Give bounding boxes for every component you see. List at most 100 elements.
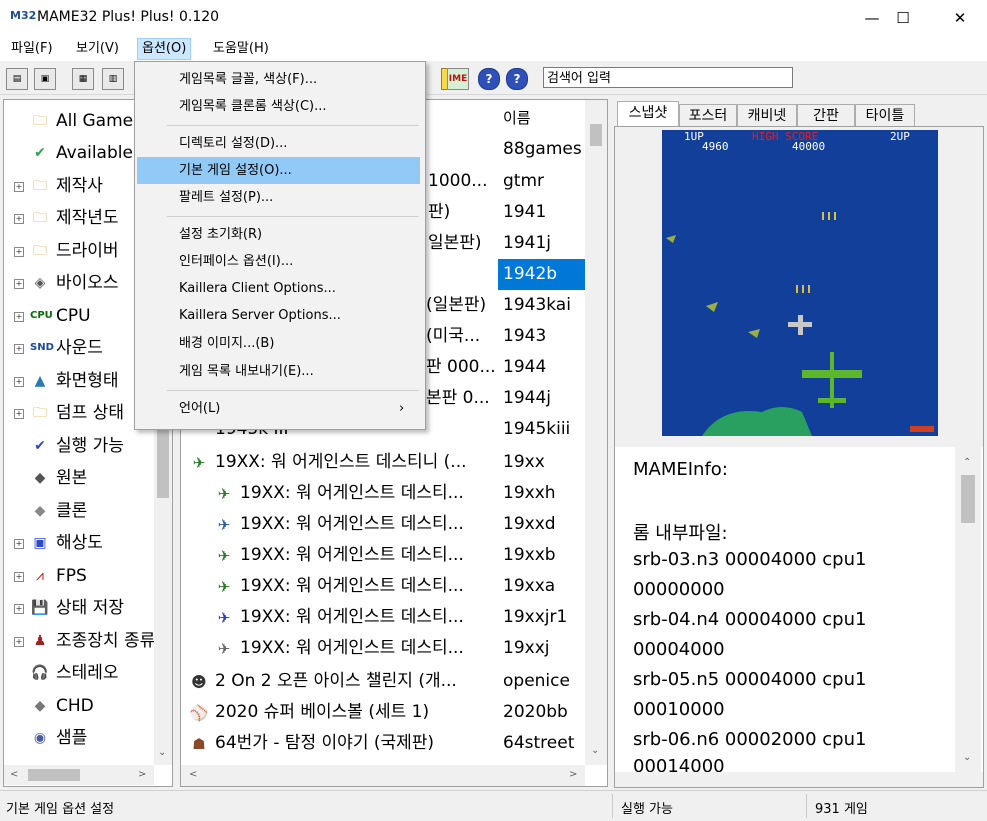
status-game-count: 931 게임 bbox=[815, 802, 868, 817]
menu-separator bbox=[167, 390, 419, 391]
expand-icon[interactable]: + bbox=[14, 409, 24, 419]
folder-icon: 🗀 bbox=[33, 113, 47, 129]
menu-file[interactable]: 파일(F) bbox=[7, 39, 57, 59]
tree-hscrollbar[interactable]: < > bbox=[4, 765, 154, 785]
menu-item-clone-color[interactable]: 게임목록 클론롬 색상(C)... bbox=[137, 93, 421, 120]
list-row[interactable]: ✈ 19XX: 워 어게인스트 데스티니 (... 19xx bbox=[181, 447, 607, 478]
scroll-right-icon[interactable]: > bbox=[138, 769, 146, 780]
menu-item-kaillera-server[interactable]: Kaillera Server Options... bbox=[137, 302, 421, 329]
joystick-icon: ♟ bbox=[33, 633, 47, 649]
large-icons-icon[interactable]: ▦ bbox=[72, 68, 94, 90]
small-icons-icon[interactable]: ▥ bbox=[102, 68, 124, 90]
scroll-down-icon[interactable]: ⌄ bbox=[963, 752, 971, 763]
maximize-button[interactable]: ☐ bbox=[880, 0, 926, 36]
game-scene bbox=[666, 212, 934, 436]
list-row[interactable]: ✈ 19XX: 워 어게인스트 데스티... 19xxj bbox=[181, 633, 607, 664]
sample-icon: ◉ bbox=[33, 730, 47, 746]
tab-poster[interactable]: 포스터 bbox=[679, 104, 737, 126]
menu-item-language[interactable]: 언어(L) › bbox=[137, 395, 421, 422]
plane-icon: ✈ bbox=[217, 578, 231, 596]
info-line: 00000000 bbox=[633, 579, 725, 600]
menu-help[interactable]: 도움말(H) bbox=[209, 39, 273, 59]
expand-icon[interactable]: + bbox=[14, 214, 24, 224]
menu-item-gamelist-font[interactable]: 게임목록 글꼴, 색상(F)... bbox=[137, 66, 421, 93]
menu-options[interactable]: 옵션(O) bbox=[137, 38, 192, 60]
expand-icon[interactable]: + bbox=[14, 247, 24, 257]
status-working: 실행 가능 bbox=[621, 802, 673, 817]
headphone-icon: 🎧 bbox=[31, 665, 49, 681]
menu-item-palette[interactable]: 팔레트 설정(P)... bbox=[137, 184, 421, 211]
folder-icon: 🗀 bbox=[33, 405, 47, 421]
submenu-arrow-icon: › bbox=[399, 401, 405, 416]
list-row[interactable]: ✈ 19XX: 워 어게인스트 데스티... 19xxa bbox=[181, 571, 607, 602]
list-hscrollbar[interactable]: < > bbox=[181, 765, 585, 786]
check-icon: ✔ bbox=[34, 438, 46, 454]
list-row[interactable]: ☻ 2 On 2 오픈 아이스 챌린지 (개... openice bbox=[181, 666, 607, 697]
menu-view[interactable]: 보기(V) bbox=[72, 39, 123, 59]
expand-icon[interactable]: + bbox=[14, 604, 24, 614]
toggle-screenshot-icon[interactable]: ▣ bbox=[34, 68, 56, 90]
scroll-left-icon[interactable]: < bbox=[189, 769, 197, 780]
screen-icon: ▲ bbox=[34, 373, 46, 389]
scroll-down-icon[interactable]: ⌄ bbox=[158, 747, 166, 758]
list-row[interactable]: ☗ 64번가 - 탐정 이야기 (국제판) 64street bbox=[181, 728, 607, 759]
expand-icon[interactable]: + bbox=[14, 182, 24, 192]
menu-separator bbox=[167, 216, 419, 217]
expand-icon[interactable]: + bbox=[14, 637, 24, 647]
menu-item-interface[interactable]: 인터페이스 옵션(I)... bbox=[137, 248, 421, 275]
list-vscrollbar[interactable]: ⌄ bbox=[585, 100, 607, 765]
tree-hscroll-thumb[interactable] bbox=[28, 769, 80, 781]
menu-item-export[interactable]: 게임 목록 내보내기(E)... bbox=[137, 358, 421, 385]
scroll-right-icon[interactable]: > bbox=[569, 769, 577, 780]
folder-icon: 🗀 bbox=[33, 210, 47, 226]
list-row[interactable]: ✈ 19XX: 워 어게인스트 데스티... 19xxjr1 bbox=[181, 602, 607, 633]
chip-icon: ◈ bbox=[34, 275, 46, 291]
status-bar: 기본 게임 옵션 설정 실행 가능 931 게임 bbox=[0, 790, 987, 821]
tab-title[interactable]: 타이틀 bbox=[855, 104, 915, 126]
list-row[interactable]: ✈ 19XX: 워 어게인스트 데스티... 19xxh bbox=[181, 478, 607, 509]
monitor-icon: ▣ bbox=[33, 535, 47, 551]
info-line: 00010000 bbox=[633, 699, 725, 720]
title-bar: M32 MAME32 Plus! Plus! 0.120 — ☐ ✕ bbox=[0, 0, 987, 36]
menu-item-background[interactable]: 배경 이미지...(B) bbox=[137, 330, 421, 357]
info-line: srb-05.n5 00004000 cpu1 bbox=[633, 669, 867, 690]
menu-item-reset[interactable]: 설정 초기화(R) bbox=[137, 221, 421, 248]
menu-item-directories[interactable]: 디렉토리 설정(D)... bbox=[137, 130, 421, 157]
tab-snapshot[interactable]: 스냅샷 bbox=[617, 101, 679, 126]
plane-icon: ✈ bbox=[192, 454, 206, 472]
toggle-folders-icon[interactable]: ▤ bbox=[6, 68, 28, 90]
expand-icon[interactable]: + bbox=[14, 344, 24, 354]
list-row[interactable]: ✈ 19XX: 워 어게인스트 데스티... 19xxd bbox=[181, 509, 607, 540]
scroll-left-icon[interactable]: < bbox=[10, 769, 18, 780]
scroll-up-icon[interactable]: ⌃ bbox=[963, 457, 971, 468]
game-screenshot: 1UP 4960 HIGH SCORE 40000 2UP bbox=[662, 130, 938, 436]
menu-separator bbox=[167, 125, 419, 126]
column-header-rom[interactable]: 이름 bbox=[503, 104, 531, 132]
about-icon[interactable]: ? bbox=[478, 68, 500, 90]
ime-icon[interactable]: IME bbox=[447, 68, 469, 90]
tab-marquee[interactable]: 간판 bbox=[797, 104, 855, 126]
list-row[interactable]: ✈ 19XX: 워 어게인스트 데스티... 19xxb bbox=[181, 540, 607, 571]
expand-icon[interactable]: + bbox=[14, 377, 24, 387]
options-menu: 게임목록 글꼴, 색상(F)... 게임목록 클론롬 색상(C)... 디렉토리… bbox=[134, 61, 426, 430]
tab-cabinet[interactable]: 캐비넷 bbox=[737, 104, 797, 126]
menu-bar: 파일(F) 보기(V) 옵션(O) 도움말(H) bbox=[0, 36, 987, 61]
plane-icon: ✈ bbox=[217, 516, 231, 534]
close-button[interactable]: ✕ bbox=[937, 0, 983, 36]
info-line: 00004000 bbox=[633, 639, 725, 660]
info-scroll-thumb[interactable] bbox=[961, 475, 975, 523]
search-input[interactable]: 검색어 입력 bbox=[543, 67, 793, 88]
scroll-down-icon[interactable]: ⌄ bbox=[591, 745, 599, 756]
mameinfo-text: MAMEInfo: 롬 내부파일: srb-03.n3 00004000 cpu… bbox=[615, 447, 983, 772]
menu-item-kaillera-client[interactable]: Kaillera Client Options... bbox=[137, 275, 421, 302]
expand-icon[interactable]: + bbox=[14, 539, 24, 549]
menu-item-default-options[interactable]: 기본 게임 설정(O)... bbox=[137, 157, 420, 184]
info-vscrollbar[interactable]: ⌃ ⌄ bbox=[955, 447, 981, 772]
expand-icon[interactable]: + bbox=[14, 279, 24, 289]
expand-icon[interactable]: + bbox=[14, 572, 24, 582]
help-icon[interactable]: ? bbox=[506, 68, 528, 90]
expand-icon[interactable]: + bbox=[14, 312, 24, 322]
list-row[interactable]: ⚾ 2020 슈퍼 베이스볼 (세트 1) 2020bb bbox=[181, 697, 607, 728]
list-scroll-thumb[interactable] bbox=[590, 124, 602, 146]
cpu-icon: CPU bbox=[30, 310, 53, 321]
